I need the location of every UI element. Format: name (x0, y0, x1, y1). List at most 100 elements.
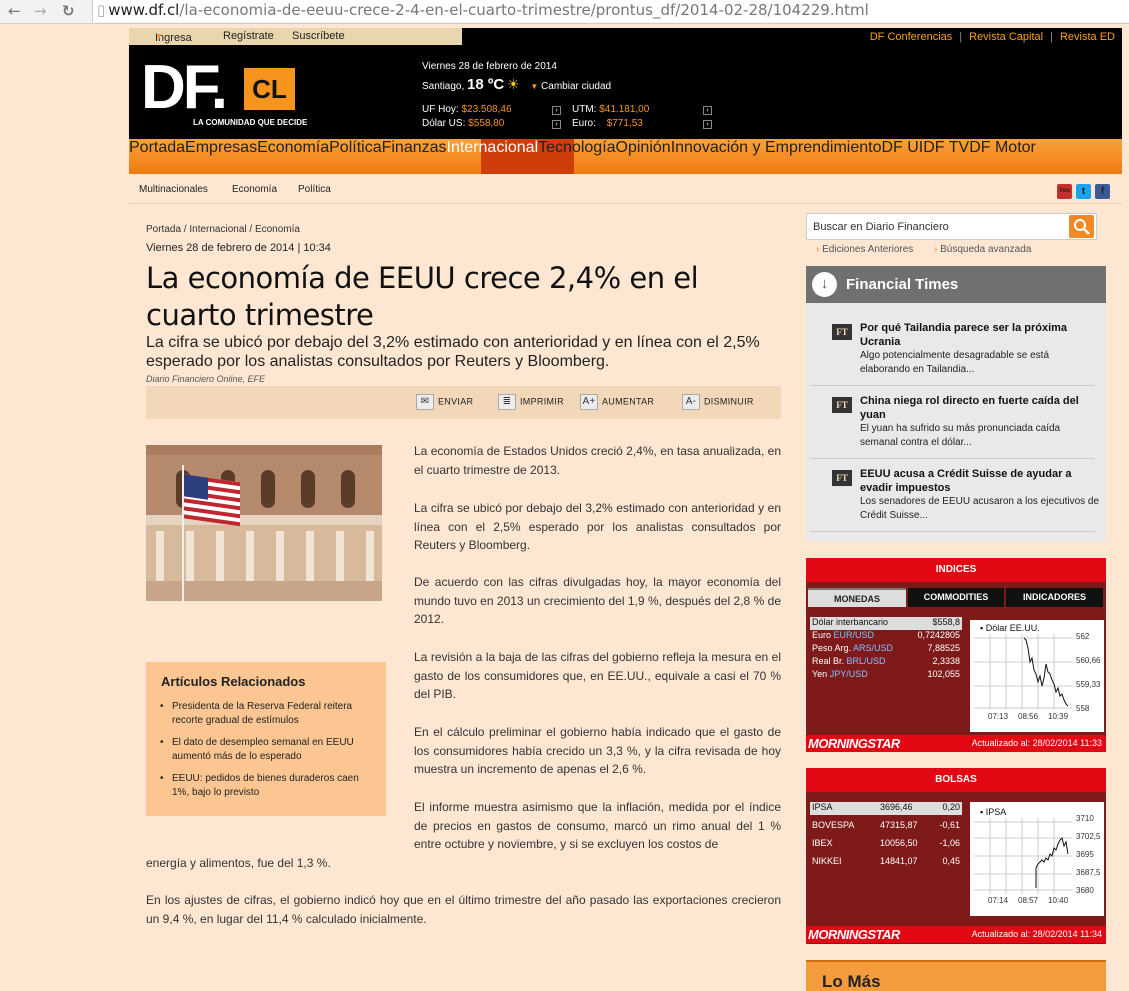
forward-icon[interactable]: → (34, 2, 47, 20)
facebook-icon[interactable]: f (1095, 184, 1110, 199)
currency-row[interactable]: Peso Arg. ARS/USD 7,88525 (810, 643, 962, 656)
print-button[interactable]: ≣ IMPRIMIR (498, 394, 564, 410)
busqueda-avanzada-link[interactable]: › Búsqueda avanzada (934, 244, 1031, 255)
x-tick: 10:39 (1048, 712, 1069, 721)
financial-times-box: ↓ Financial Times FT Por qué Tailandia p… (806, 266, 1106, 541)
search-button[interactable] (1069, 215, 1094, 238)
subnav-economia[interactable]: Economía (232, 184, 277, 195)
twitter-icon[interactable]: t (1076, 184, 1091, 199)
tab-indicadores[interactable]: INDICADORES (1006, 588, 1103, 607)
increase-font-button[interactable]: A+ AUMENTAR (580, 394, 654, 410)
separator: | (1050, 31, 1053, 43)
currency-row[interactable]: Yen JPY/USD 102,055 (810, 669, 962, 682)
stock-row[interactable]: IPSA 3696,46 0,20 (810, 802, 962, 815)
main-nav-items: PortadaEmpresasEconomíaPolíticaFinanzasI… (129, 139, 1122, 174)
search-input[interactable]: Buscar en Diario Financiero (813, 221, 949, 233)
morningstar-logo[interactable]: MORNINGSTAR (808, 927, 900, 942)
ft-news-desc: Algo potencialmente desagradable se está… (860, 350, 1050, 375)
expand-icon[interactable]: › (552, 120, 561, 129)
ft-news-title[interactable]: EEUU acusa a Crédit Suisse de ayudar a e… (860, 467, 1100, 495)
link-df-conferencias[interactable]: DF Conferencias (870, 31, 953, 43)
currency-row[interactable]: Euro EUR/USD 0,7242805 (810, 630, 962, 643)
stock-row[interactable]: NIKKEI 14841,07 0,45 (810, 856, 962, 869)
expand-icon[interactable]: › (703, 106, 712, 115)
nav-item-innovación-y-emprendimiento[interactable]: Innovación y Emprendimiento (671, 139, 882, 156)
ipsa-chart[interactable]: ▪ IPSA 3710 3702,5 3695 3687,5 3680 07:1… (970, 802, 1104, 916)
registrate-link[interactable]: Regístrate (223, 30, 274, 42)
weather: Santiago, 18 ºC ☀ ▼ Cambiar ciudad (422, 76, 611, 93)
divider (810, 458, 1095, 459)
stock-row[interactable]: BOVESPA 47315,87 -0,61 (810, 820, 962, 833)
y-tick: 560,66 (1076, 656, 1101, 665)
breadcrumb[interactable]: Portada / Internacional / Economía (146, 224, 300, 235)
nav-item-internacional[interactable]: Internacional (447, 139, 539, 156)
stock-row[interactable]: IBEX 10056,50 -1,06 (810, 838, 962, 851)
x-tick: 10:40 (1048, 896, 1069, 905)
x-tick: 07:13 (988, 712, 1009, 721)
address-bar[interactable]: ▯ www.df.cl/la-economia-de-eeuu-crece-2-4… (92, 0, 1129, 22)
related-title: Artículos Relacionados (161, 674, 306, 689)
ediciones-anteriores-link[interactable]: › Ediciones Anteriores (816, 244, 913, 255)
nav-item-portada[interactable]: Portada (129, 139, 185, 156)
article-paragraph: El informe muestra asimismo que la infla… (414, 800, 781, 852)
article-paragraph: En el cálculo preliminar el gobierno hab… (414, 725, 781, 777)
subnav-multinacionales[interactable]: Multinacionales (139, 184, 208, 195)
nav-item-opinión[interactable]: Opinión (616, 139, 671, 156)
capitol-flag-image (146, 445, 382, 601)
youtube-icon[interactable]: You (1057, 184, 1072, 199)
expand-icon[interactable]: › (703, 120, 712, 129)
ft-header[interactable]: ↓ Financial Times (806, 266, 1106, 303)
nav-item-política[interactable]: Política (329, 139, 381, 156)
currency-row[interactable]: Real Br. BRL/USD 2,3338 (810, 656, 962, 669)
euro-indicator: Euro: $771,53 (572, 118, 643, 129)
decrease-font-button[interactable]: A- DISMINUIR (682, 394, 754, 410)
related-article-link[interactable]: El dato de desempleo semanal en EEUU aum… (160, 736, 375, 764)
envelope-icon: ✉ (416, 394, 434, 410)
article-photo[interactable] (146, 445, 382, 601)
send-button[interactable]: ✉ ENVIAR (416, 394, 473, 410)
tab-commodities[interactable]: COMMODITIES (908, 588, 1004, 607)
y-tick: 3680 (1076, 886, 1094, 895)
ft-news-title[interactable]: Por qué Tailandia parece ser la próxima … (860, 321, 1100, 349)
article-title: La economía de EEUU crece 2,4% en el cua… (146, 261, 699, 332)
back-icon[interactable]: ← (8, 2, 21, 20)
related-articles: Artículos Relacionados Presidenta de la … (146, 662, 386, 816)
url-host: www.df.cl (108, 1, 180, 19)
ft-logo-icon: FT (832, 324, 852, 340)
utm-indicator: UTM: $41.181,00 (572, 104, 650, 115)
updated-time: Actualizado al: 28/02/2014 11:33 (971, 738, 1102, 748)
nav-item-df-motor[interactable]: DF Motor (969, 139, 1036, 156)
header-date: Viernes 28 de febrero de 2014 (422, 61, 557, 72)
bolsas-footer: MORNINGSTAR Actualizado al: 28/02/2014 1… (806, 926, 1106, 943)
change-city-link[interactable]: ▼ Cambiar ciudad (530, 81, 611, 92)
divider (810, 385, 1095, 386)
article-paragraph: De acuerdo con las cifras divulgadas hoy… (414, 575, 781, 627)
y-tick: 559,33 (1076, 680, 1101, 689)
dolar-chart[interactable]: ▪ Dólar EE.UU. 562 560,66 559,33 558 07:… (970, 620, 1104, 732)
nav-item-tecnología[interactable]: Tecnología (538, 139, 615, 156)
df-logo[interactable]: DF. CL LA COMUNIDAD QUE DECIDE (141, 53, 307, 130)
nav-item-empresas[interactable]: Empresas (185, 139, 257, 156)
nav-item-finanzas[interactable]: Finanzas (382, 139, 447, 156)
related-article-link[interactable]: Presidenta de la Reserva Federal reitera… (160, 700, 375, 728)
link-revista-ed[interactable]: Revista ED (1060, 31, 1115, 43)
currency-row[interactable]: Dólar interbancario $558,8 (810, 617, 962, 630)
expand-icon[interactable]: › (552, 106, 561, 115)
reload-icon[interactable]: ↻ (62, 2, 75, 20)
morningstar-logo[interactable]: MORNINGSTAR (808, 736, 900, 751)
subnav-politica[interactable]: Política (298, 184, 331, 195)
indices-title: INDICES (806, 558, 1106, 582)
x-tick: 07:14 (988, 896, 1009, 905)
ft-news-desc: Los senadores de EEUU acusaron a los eje… (860, 496, 1100, 521)
nav-item-economía[interactable]: Economía (257, 139, 329, 156)
tab-monedas[interactable]: MONEDAS (808, 588, 906, 607)
suscribete-link[interactable]: Suscríbete (292, 30, 345, 42)
related-article-link[interactable]: EEUU: pedidos de bienes duraderos caen 1… (160, 772, 375, 800)
article-toolbar: ✉ ENVIAR ≣ IMPRIMIR A+ AUMENTAR A- DISMINUIR (146, 386, 781, 419)
nav-item-df-ui[interactable]: DF UI (881, 139, 923, 156)
nav-item-df-tv[interactable]: DF TV (923, 139, 969, 156)
article-paragraph: La economía de Estados Unidos creció 2,4… (414, 444, 781, 477)
ft-news-title[interactable]: China niega rol directo en fuerte caída … (860, 394, 1100, 422)
divider (810, 531, 1095, 532)
link-revista-capital[interactable]: Revista Capital (969, 31, 1043, 43)
